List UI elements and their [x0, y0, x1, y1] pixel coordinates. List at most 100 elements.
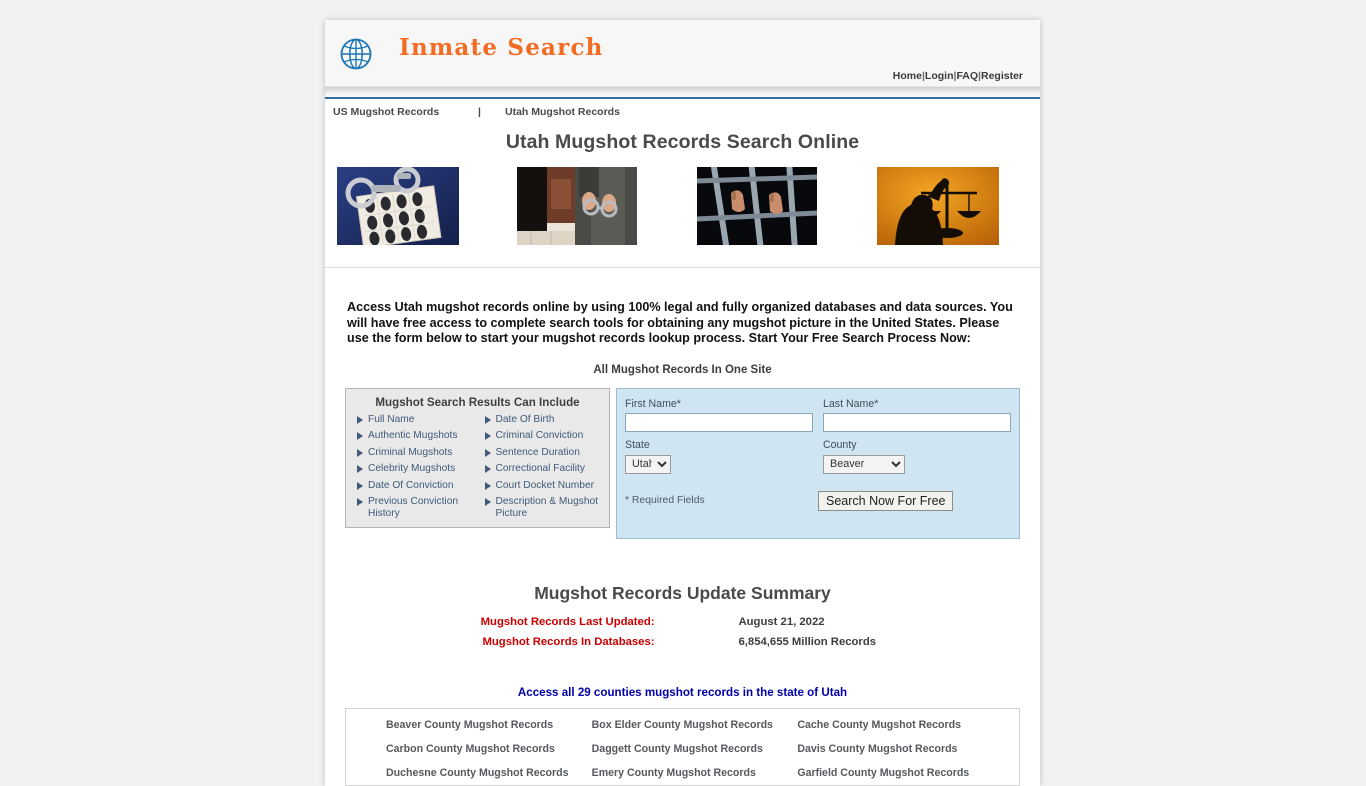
table-row: Mugshot Records Last Updated: August 21,… — [403, 612, 963, 632]
summary-label: Mugshot Records In Databases: — [482, 635, 655, 648]
list-item-label: Court Docket Number — [495, 479, 595, 491]
state-group: State Utah — [625, 439, 813, 474]
list-item: Sentence Duration — [478, 447, 606, 459]
bullet-triangle-icon — [357, 448, 363, 457]
county-label: County — [823, 439, 857, 451]
breadcrumb-separator: | — [478, 106, 481, 118]
county-link-garfield[interactable]: Garfield County Mugshot Records — [797, 767, 1003, 779]
list-item: Date Of Conviction — [350, 480, 478, 492]
list-item-label: Previous Conviction History — [368, 496, 459, 519]
intro-paragraph: Access Utah mugshot records online by us… — [347, 300, 1013, 345]
county-link-carbon[interactable]: Carbon County Mugshot Records — [386, 743, 592, 755]
counties-grid: Beaver County Mugshot Records Box Elder … — [346, 719, 1019, 779]
last-name-input[interactable] — [823, 413, 1011, 432]
globe-icon — [339, 37, 373, 71]
list-item-label: Date Of Birth — [495, 413, 555, 425]
bullet-triangle-icon — [484, 498, 491, 506]
nav-link-faq[interactable]: FAQ — [956, 70, 978, 82]
page-container: Inmate Search Home|Login|FAQ|Register US… — [325, 20, 1040, 786]
list-item-label: Criminal Conviction — [495, 430, 584, 441]
last-name-group: Last Name* — [823, 397, 1011, 432]
summary-title: Mugshot Records Update Summary — [534, 582, 831, 603]
summary-label: Mugshot Records Last Updated: — [480, 615, 655, 628]
list-item: Celebrity Mugshots — [350, 463, 478, 475]
results-items-grid: Full Name Date Of Birth Authentic Mugsho… — [350, 414, 605, 520]
list-item: Authentic Mugshots — [350, 430, 478, 442]
bullet-triangle-icon — [357, 432, 363, 440]
county-link-beaver[interactable]: Beaver County Mugshot Records — [386, 719, 592, 731]
list-item: Criminal Conviction — [478, 430, 606, 442]
list-item: Previous Conviction History — [350, 496, 478, 519]
bullet-triangle-icon — [484, 481, 491, 490]
search-section: Mugshot Search Results Can Include Full … — [345, 387, 1020, 539]
bullet-triangle-icon — [357, 498, 363, 506]
brand-title: Inmate Search — [399, 34, 604, 61]
counties-heading: Access all 29 counties mugshot records i… — [517, 685, 848, 699]
county-select[interactable]: Beaver — [823, 454, 905, 474]
list-item-label: Date Of Conviction — [368, 479, 454, 491]
summary-table: Mugshot Records Last Updated: August 21,… — [403, 612, 963, 652]
first-name-label: First Name* — [625, 397, 681, 410]
list-item-label: Full Name — [368, 413, 415, 425]
list-item-label: Description & Mugshot Picture — [495, 496, 599, 519]
list-item: Criminal Mugshots — [350, 447, 478, 459]
bullet-triangle-icon — [484, 432, 491, 440]
breadcrumb: US Mugshot Records | Utah Mugshot Record… — [325, 99, 1040, 125]
hands-on-jail-bars-photo — [697, 167, 817, 245]
list-item-label: Criminal Mugshots — [368, 446, 453, 458]
results-panel-title: Mugshot Search Results Can Include — [375, 395, 580, 409]
bullet-triangle-icon — [357, 415, 363, 424]
county-link-emery[interactable]: Emery County Mugshot Records — [592, 767, 798, 779]
summary-value: August 21, 2022 — [738, 615, 825, 628]
state-select[interactable]: Utah — [625, 454, 671, 474]
list-item: Correctional Facility — [478, 463, 606, 475]
site-header: Inmate Search Home|Login|FAQ|Register — [325, 20, 1040, 87]
table-row: Mugshot Records In Databases: 6,854,655 … — [403, 632, 963, 652]
counties-box: Beaver County Mugshot Records Box Elder … — [345, 707, 1020, 786]
intro-subheading: All Mugshot Records In One Site — [593, 363, 772, 376]
county-link-duchesne[interactable]: Duchesne County Mugshot Records — [386, 767, 592, 779]
lady-justice-scales-silhouette-photo — [877, 167, 999, 245]
bullet-triangle-icon — [484, 448, 491, 457]
name-fields-row: First Name* Last Name* — [625, 397, 1011, 432]
breadcrumb-us-link[interactable]: US Mugshot Records — [333, 106, 439, 118]
county-link-cache[interactable]: Cache County Mugshot Records — [797, 719, 1003, 731]
last-name-label: Last Name* — [823, 397, 879, 410]
list-item: Description & Mugshot Picture — [478, 496, 606, 519]
location-fields-row: State Utah County Beaver — [625, 439, 1011, 474]
page-title: Utah Mugshot Records Search Online — [505, 131, 860, 153]
list-item-label: Authentic Mugshots — [368, 430, 458, 441]
results-info-panel: Mugshot Search Results Can Include Full … — [345, 387, 610, 528]
list-item: Court Docket Number — [478, 480, 606, 492]
nav-link-home[interactable]: Home — [893, 70, 922, 82]
list-item-label: Celebrity Mugshots — [368, 463, 456, 474]
submit-row: * Required Fields Search Now For Free — [625, 490, 1011, 511]
top-navigation: Home|Login|FAQ|Register — [893, 70, 1023, 82]
first-name-input[interactable] — [625, 413, 813, 432]
bullet-triangle-icon — [357, 465, 363, 473]
search-form-panel: First Name* Last Name* State Utah County — [616, 387, 1020, 539]
required-fields-note: * Required Fields — [625, 495, 705, 506]
county-link-daggett[interactable]: Daggett County Mugshot Records — [592, 743, 798, 755]
county-link-davis[interactable]: Davis County Mugshot Records — [797, 743, 1003, 755]
county-link-box-elder[interactable]: Box Elder County Mugshot Records — [592, 719, 798, 731]
list-item: Full Name — [350, 414, 478, 426]
summary-value: 6,854,655 Million Records — [738, 635, 877, 648]
thumbnail-strip — [325, 167, 1040, 268]
handcuffs-fingerprint-card-photo — [337, 167, 459, 245]
state-label: State — [625, 439, 650, 451]
list-item-label: Correctional Facility — [495, 463, 585, 474]
list-item: Date Of Birth — [478, 414, 606, 426]
bullet-triangle-icon — [484, 415, 491, 424]
nav-link-login[interactable]: Login — [925, 70, 954, 82]
first-name-group: First Name* — [625, 397, 813, 432]
header-divider-bar — [325, 87, 1040, 99]
nav-link-register[interactable]: Register — [981, 70, 1023, 82]
handcuffed-person-photo — [517, 167, 637, 245]
bullet-triangle-icon — [484, 465, 491, 473]
list-item-label: Sentence Duration — [495, 446, 580, 458]
county-group: County Beaver — [823, 439, 1011, 474]
bullet-triangle-icon — [357, 481, 363, 490]
search-now-button[interactable]: Search Now For Free — [818, 490, 954, 511]
breadcrumb-state-link[interactable]: Utah Mugshot Records — [505, 106, 620, 118]
